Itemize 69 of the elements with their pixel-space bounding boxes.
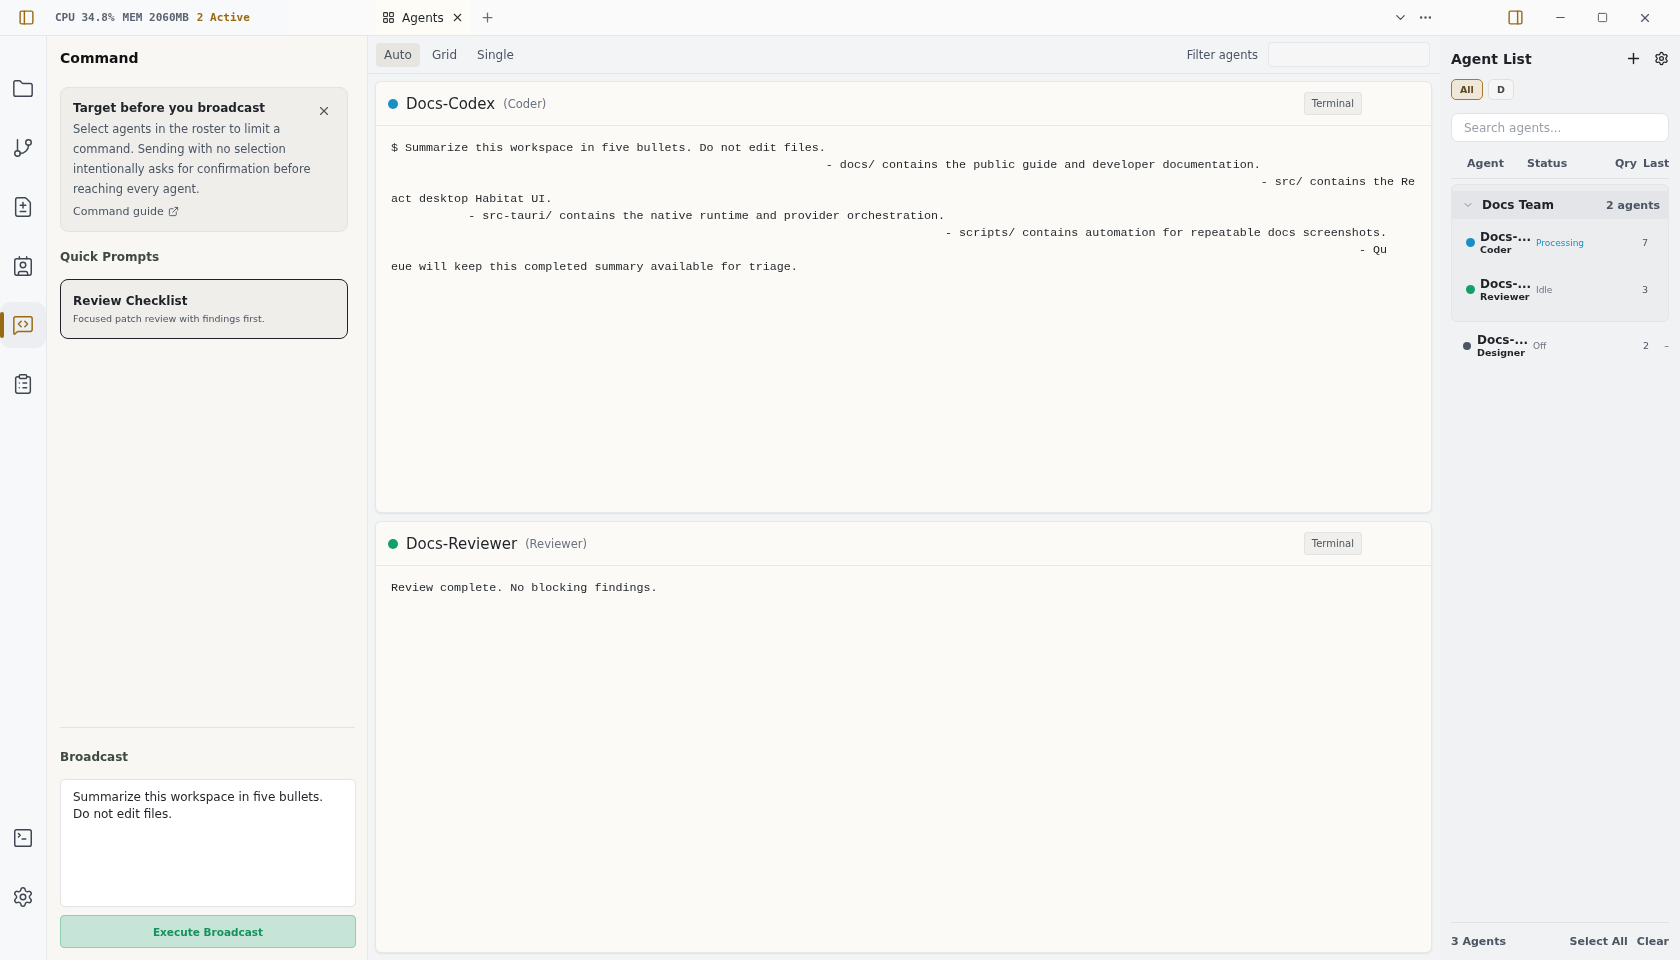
group-header[interactable]: Docs Team 2 agents xyxy=(1452,191,1668,219)
terminal-line: act desktop Habitat UI. xyxy=(391,191,554,208)
maximize-icon[interactable] xyxy=(1597,12,1608,23)
settings-icon[interactable] xyxy=(1654,51,1669,66)
filter-chip[interactable]: D xyxy=(1487,79,1514,100)
agent-name[interactable]: Docs-... xyxy=(1480,230,1536,244)
agent-name[interactable]: Docs-... xyxy=(1480,277,1536,291)
terminal-line: Review complete. No blocking findings. xyxy=(391,580,659,597)
footer-link[interactable]: Select All xyxy=(1569,935,1628,948)
terminal-button[interactable]: Terminal xyxy=(1303,92,1362,115)
code-chat-icon[interactable] xyxy=(0,302,46,348)
notice-title: Target before you broadcast xyxy=(73,101,267,115)
prompt-title: Review Checklist xyxy=(73,294,189,308)
status-stat: CPU 34.8% xyxy=(55,11,115,24)
terminal-line: $ Summarize this workspace in five bullets. Do not edit files. xyxy=(391,140,827,157)
group-name: Docs Team xyxy=(1482,198,1554,212)
status-stat: 2 Active xyxy=(196,11,250,24)
agent-role: Coder xyxy=(1480,244,1513,255)
terminal-line: - docs/ contains the public guide and developer documentation. xyxy=(824,157,1262,174)
agent-role: Designer xyxy=(1477,347,1526,358)
agent-name[interactable]: Docs-... xyxy=(1477,333,1533,347)
right-panel-icon[interactable] xyxy=(1507,9,1524,26)
status-stat: MEM 2060MB xyxy=(122,11,189,24)
panel-title: Agent List xyxy=(1451,50,1532,67)
terminal-line: - Qu xyxy=(1357,242,1388,259)
add-tab-icon[interactable] xyxy=(479,10,495,25)
query-count: 7 xyxy=(1640,237,1648,248)
close-icon[interactable] xyxy=(317,104,331,118)
footer-link[interactable]: Clear xyxy=(1636,935,1669,948)
agent-status: Idle xyxy=(1536,284,1554,295)
column-header: Agent xyxy=(1467,157,1505,170)
filter-chip[interactable]: All xyxy=(1451,79,1483,100)
layout-tab[interactable]: Auto xyxy=(376,42,420,67)
filter-label: Filter agents xyxy=(1186,47,1258,62)
search-field[interactable]: Search agents... xyxy=(1451,113,1669,142)
terminal-line: eue will keep this completed summary available for triage. xyxy=(391,259,799,276)
terminal-line: - scripts/ contains automation for repeatable docs screenshots. xyxy=(944,225,1388,242)
sidebar-toggle-icon[interactable] xyxy=(18,9,35,26)
grid-icon xyxy=(382,11,395,24)
add-icon[interactable] xyxy=(1625,50,1642,67)
command-guide-link[interactable]: Command guide xyxy=(73,205,179,218)
agent-count: 3 Agents xyxy=(1451,935,1506,948)
terminal-button[interactable]: Terminal xyxy=(1303,532,1362,555)
external-link-icon xyxy=(167,206,179,217)
agent-name: Docs-Codex xyxy=(406,94,496,113)
layout-tab[interactable]: Grid xyxy=(423,42,466,67)
agent-role: (Coder) xyxy=(503,96,547,111)
prompt-card[interactable]: Review Checklist Focused patch review with findings first. xyxy=(60,279,348,339)
agent-status: Processing xyxy=(1536,237,1586,248)
agent-role: (Reviewer) xyxy=(525,536,587,551)
broadcast-input[interactable]: Summarize this workspace in five bullets. Do not edit files. xyxy=(60,779,356,907)
notice-text: Select agents in the roster to limit a command. Sending with no selection intentionally asks for confirmation before reaching every agent. xyxy=(73,121,311,198)
group-count: 2 agents xyxy=(1606,198,1660,212)
panel-title: Command xyxy=(60,50,140,66)
section-heading: Quick Prompts xyxy=(60,250,161,264)
agent-name: Docs-Reviewer xyxy=(406,534,518,553)
prompt-description: Focused patch review with findings first. xyxy=(73,313,266,324)
last-value: – xyxy=(1663,340,1669,351)
layout-tab[interactable]: Single xyxy=(469,42,522,67)
column-header: Qry xyxy=(1615,157,1638,170)
column-header: Status xyxy=(1527,157,1569,170)
section-heading: Broadcast xyxy=(60,750,130,764)
query-count: 2 xyxy=(1641,340,1649,351)
terminal-line: - src-tauri/ contains the native runtime and provider orchestration. xyxy=(467,208,947,225)
agent-role: Reviewer xyxy=(1480,291,1531,302)
terminal-line: - src/ contains the Re xyxy=(1259,174,1416,191)
agent-status: Off xyxy=(1533,340,1548,351)
column-header: Last xyxy=(1643,157,1669,170)
query-count: 3 xyxy=(1640,284,1648,295)
